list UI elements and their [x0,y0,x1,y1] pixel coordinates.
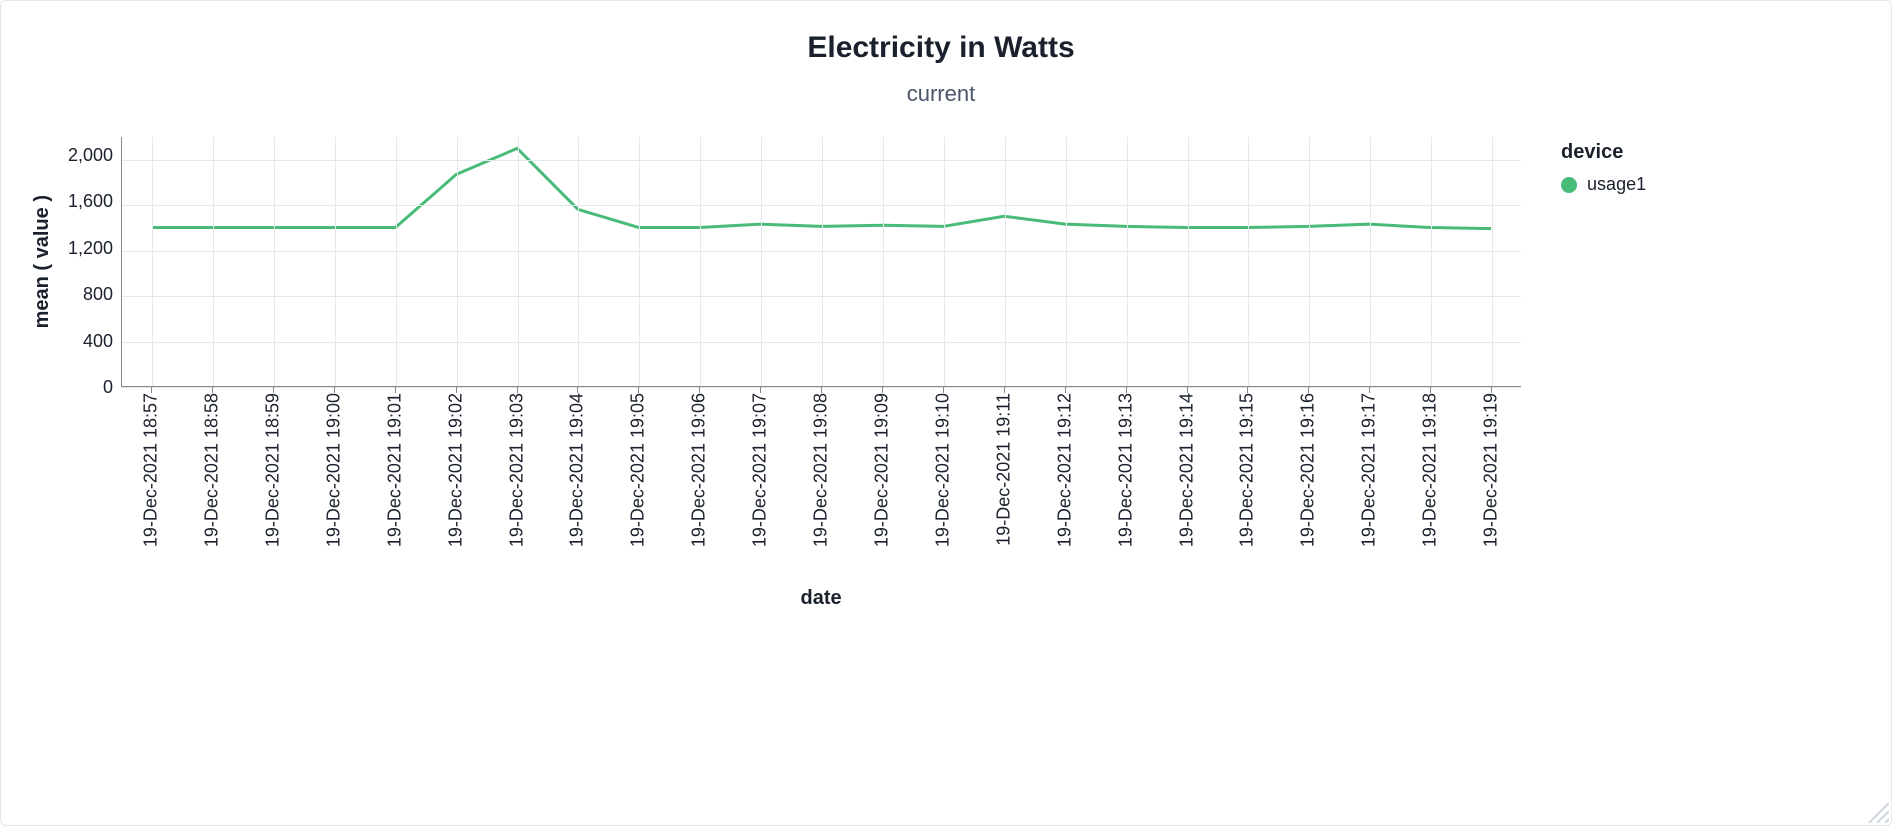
x-tick-label: 19-Dec-2021 19:17 [1359,393,1380,547]
plot-column: 19-Dec-2021 18:57 19-Dec-2021 18:58 19-Dec… [121,137,1521,610]
chart-title: Electricity in Watts [31,31,1851,65]
x-axis-ticks: 19-Dec-2021 18:57 19-Dec-2021 18:58 19-Dec… [121,393,1521,583]
x-tick-label: 19-Dec-2021 19:01 [384,393,405,547]
x-tick-label: 19-Dec-2021 19:05 [628,393,649,547]
y-axis-label: mean ( value ) [31,195,54,328]
x-tick-label: 19-Dec-2021 19:18 [1420,393,1441,547]
legend: device usage1 [1561,141,1646,195]
x-tick-label: 19-Dec-2021 19:11 [993,393,1014,546]
x-tick-label: 19-Dec-2021 19:02 [445,393,466,547]
x-tick-label: 19-Dec-2021 19:00 [323,393,344,547]
chart-panel: Electricity in Watts current mean ( valu… [0,0,1892,826]
y-tick-label: 800 [68,285,113,303]
x-tick-label: 19-Dec-2021 19:14 [1176,393,1197,547]
y-tick-label: 400 [68,332,113,350]
x-tick-label: 19-Dec-2021 19:19 [1481,393,1502,547]
chart-titles: Electricity in Watts current [31,31,1851,107]
x-tick-label: 19-Dec-2021 19:16 [1298,393,1319,547]
x-tick-label: 19-Dec-2021 19:03 [506,393,527,547]
x-tick-label: 19-Dec-2021 19:08 [811,393,832,547]
x-tick-label: 19-Dec-2021 19:07 [750,393,771,547]
y-axis-ticks: 2,0001,6001,2008004000 [68,137,121,387]
y-tick-label: 1,200 [68,239,113,257]
x-tick-label: 19-Dec-2021 19:09 [871,393,892,547]
x-tick-label: 19-Dec-2021 19:06 [689,393,710,547]
resize-handle-icon[interactable] [1865,799,1889,823]
x-tick-label: 19-Dec-2021 18:58 [201,393,222,547]
y-tick-label: 2,000 [68,146,113,164]
chart-subtitle: current [31,81,1851,107]
legend-swatch-icon [1561,177,1577,193]
x-axis-label: date [121,587,1521,610]
legend-label: usage1 [1587,174,1646,195]
plot-area[interactable] [121,137,1521,387]
x-tick-label: 19-Dec-2021 18:59 [262,393,283,547]
legend-title: device [1561,141,1646,164]
legend-items: usage1 [1561,174,1646,195]
y-tick-label: 0 [68,378,113,396]
x-tick-label: 19-Dec-2021 19:15 [1237,393,1258,547]
y-tick-label: 1,600 [68,192,113,210]
x-tick-label: 19-Dec-2021 18:57 [141,393,162,547]
x-tick-label: 19-Dec-2021 19:04 [567,393,588,547]
x-tick-label: 19-Dec-2021 19:12 [1054,393,1075,547]
chart-body: mean ( value ) 2,000 1,600 1,200 800 400 0 19… [31,137,1851,610]
legend-item[interactable]: usage1 [1561,174,1646,195]
y-axis: mean ( value ) 2,0001,6001,2008004000 [31,137,121,387]
x-tick-label: 19-Dec-2021 19:10 [932,393,953,547]
x-tick-label: 19-Dec-2021 19:13 [1115,393,1136,547]
